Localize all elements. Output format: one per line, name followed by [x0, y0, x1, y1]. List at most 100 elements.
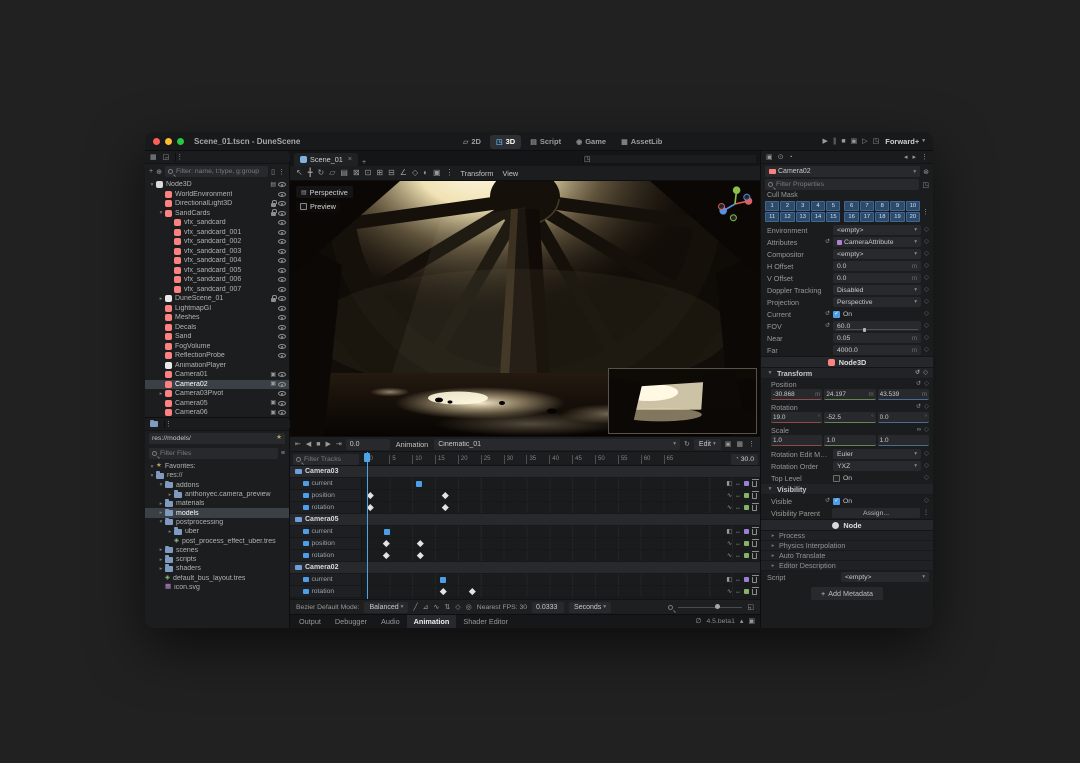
tools-icon[interactable]: ⊛: [923, 168, 929, 176]
add-metadata-button[interactable]: + Add Metadata: [811, 587, 883, 600]
track-row[interactable]: current ◧ ↔: [290, 478, 760, 490]
zoom-slider[interactable]: [678, 604, 743, 609]
expand-viewport-icon[interactable]: ◳: [583, 155, 756, 163]
property-field[interactable]: CameraAttribute ▾: [833, 237, 921, 247]
handle-balanced-icon[interactable]: ∿: [434, 604, 440, 611]
play-from-start-icon[interactable]: ⇥: [336, 441, 342, 448]
perspective-menu[interactable]: ▤ Perspective: [296, 186, 353, 198]
property-field[interactable]: YXZ ▾: [833, 461, 921, 471]
cull-layer-8[interactable]: 8: [875, 201, 890, 211]
step-field[interactable]: 0.0333: [532, 601, 565, 613]
camera-preview-icon[interactable]: ▣: [270, 372, 276, 378]
visibility-toggle-icon[interactable]: [278, 248, 286, 254]
unlock-selected-icon[interactable]: ⊡: [365, 169, 372, 177]
keyframe[interactable]: [383, 540, 390, 547]
cull-layer-15[interactable]: 15: [826, 212, 841, 222]
loop-wrap-icon[interactable]: ↔: [735, 589, 741, 595]
expand-arrow-icon[interactable]: ▸: [157, 557, 165, 563]
key-icon[interactable]: ◇: [924, 462, 929, 470]
visibility-toggle-icon[interactable]: [278, 296, 286, 302]
expand-arrow-icon[interactable]: ▾: [148, 464, 156, 470]
loop-wrap-icon[interactable]: ↔: [735, 577, 741, 583]
property-field[interactable]: <empty> ▾: [833, 225, 921, 235]
preview-checkbox[interactable]: Preview: [296, 201, 340, 212]
scene-tree-row[interactable]: vfx_sandcard: [145, 218, 289, 228]
cull-layer-5[interactable]: 5: [826, 201, 841, 211]
close-tab-icon[interactable]: ×: [348, 156, 352, 163]
visibility-toggle-icon[interactable]: [278, 324, 286, 330]
scene-dock-tab-icon[interactable]: ▦: [150, 153, 157, 161]
ruler-mode-icon[interactable]: ∠: [400, 169, 407, 177]
camera-preview-icon[interactable]: ▣: [270, 381, 276, 387]
animation-menu-button[interactable]: Animation: [394, 440, 430, 449]
property-field[interactable]: Perspective ▾: [833, 297, 921, 307]
track-timeline[interactable]: [362, 478, 760, 489]
expand-arrow-icon[interactable]: ▸: [157, 547, 165, 553]
track-enabled-checkbox[interactable]: [303, 504, 309, 511]
selection-list-icon[interactable]: ▤: [340, 169, 348, 177]
property-checkbox[interactable]: On: [833, 474, 921, 482]
visibility-toggle-icon[interactable]: [278, 267, 286, 273]
track-row[interactable]: rotation ∿ ↔: [290, 586, 760, 598]
scene-filter-input[interactable]: Filter: name, t:type, g:group: [164, 166, 269, 177]
cull-layer-11[interactable]: 11: [765, 212, 780, 222]
loop-wrap-icon[interactable]: ↔: [735, 505, 741, 511]
lock-selected-icon[interactable]: ⊠: [353, 169, 360, 177]
track-enabled-checkbox[interactable]: [303, 540, 309, 547]
camera-preview-icon[interactable]: ▣: [270, 400, 276, 406]
revert-icon[interactable]: ↺: [825, 498, 830, 504]
key-icon[interactable]: ◇: [924, 298, 929, 306]
interpolation-icon[interactable]: ∿: [727, 589, 732, 595]
scene-tree-row[interactable]: Meshes: [145, 313, 289, 323]
play-custom-scene-icon[interactable]: ◳: [873, 138, 880, 145]
track-timeline[interactable]: [362, 550, 760, 561]
loop-wrap-icon[interactable]: ↔: [735, 541, 741, 547]
snap-field[interactable]: ◔ 30.0: [731, 453, 758, 465]
favorite-star-icon[interactable]: ★: [276, 435, 282, 442]
visibility-toggle-icon[interactable]: [278, 220, 286, 226]
revert-icon[interactable]: ↺: [916, 404, 921, 410]
cull-layer-2[interactable]: 2: [780, 201, 795, 211]
axis-field-z[interactable]: 0.0 °: [877, 412, 929, 423]
new-tab-button[interactable]: +: [362, 159, 366, 166]
scene-tree-row[interactable]: Camera01 ▣: [145, 370, 289, 380]
cull-layer-10[interactable]: 10: [905, 201, 920, 211]
transform-section[interactable]: ▾ Transform ↺ ◇: [761, 368, 933, 379]
add-node-button[interactable]: +: [149, 168, 153, 175]
interpolation-icon[interactable]: ∿: [727, 541, 732, 547]
track-timeline[interactable]: [362, 502, 760, 513]
zoom-slider-handle[interactable]: [715, 604, 721, 609]
play-backwards-from-end-icon[interactable]: ⇤: [295, 441, 301, 448]
renderer-select[interactable]: Forward+ ▾: [885, 137, 925, 146]
visibility-toggle-icon[interactable]: [278, 343, 286, 349]
time-field[interactable]: 0.0: [345, 438, 390, 450]
scene-tree-row[interactable]: vfx_sandcard_006: [145, 275, 289, 285]
visibility-toggle-icon[interactable]: [278, 258, 286, 264]
scene-tree-row[interactable]: vfx_sandcard_001: [145, 228, 289, 238]
scene-tree-row[interactable]: AnimationPlayer: [145, 361, 289, 371]
category-node3d[interactable]: Node3D: [761, 356, 933, 368]
expand-all-icon[interactable]: ◳: [922, 181, 929, 189]
scene-tree-row[interactable]: ▸ DuneScene_01: [145, 294, 289, 304]
focus-keys-icon[interactable]: ◎: [466, 604, 472, 611]
expand-arrow-icon[interactable]: ▾: [157, 482, 165, 488]
panel-tab-animation[interactable]: Animation: [406, 615, 457, 628]
favorites-icon[interactable]: ▯: [271, 168, 275, 176]
interpolation-icon[interactable]: ∿: [727, 553, 732, 559]
visibility-section[interactable]: ▾ Visibility: [761, 484, 933, 495]
property-field[interactable]: 0.0 m: [833, 261, 921, 271]
scene-tree-row[interactable]: vfx_sandcard_004: [145, 256, 289, 266]
scene-tree-row[interactable]: FogVolume: [145, 342, 289, 352]
pause-icon[interactable]: ∥: [833, 138, 837, 145]
track-timeline[interactable]: [362, 586, 760, 597]
slider-grabber[interactable]: [863, 327, 867, 332]
track-group-row[interactable]: Camera05: [290, 514, 760, 526]
key-icon[interactable]: ◇: [924, 450, 929, 458]
key-icon[interactable]: ◇: [924, 226, 929, 234]
visibility-toggle-icon[interactable]: [278, 372, 286, 378]
property-field[interactable]: Euler ▾: [833, 449, 921, 459]
cull-layer-19[interactable]: 19: [890, 212, 905, 222]
panel-tab-output[interactable]: Output: [292, 615, 328, 628]
scene-tree-row[interactable]: LightmapGI: [145, 304, 289, 314]
update-mode-icon[interactable]: ◧: [726, 481, 732, 487]
